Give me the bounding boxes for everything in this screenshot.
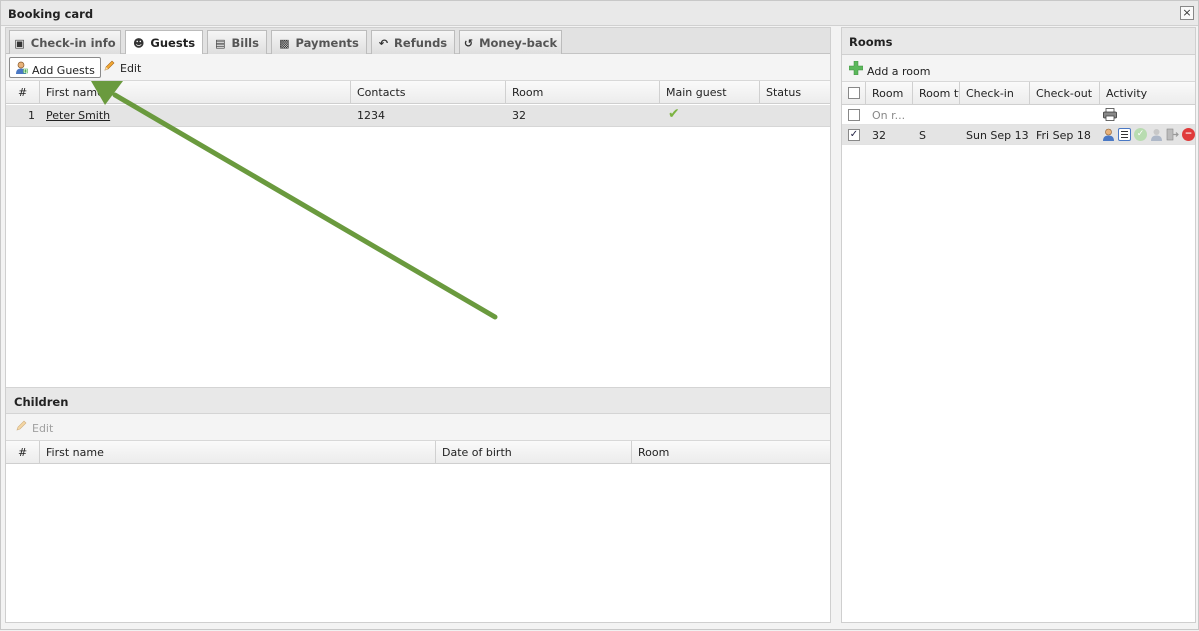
- document-icon: ▤: [215, 37, 226, 50]
- col-date-of-birth[interactable]: Date of birth: [436, 441, 632, 464]
- add-user-icon: [14, 61, 28, 77]
- guest-contacts: 1234: [357, 109, 385, 122]
- rooms-panel: Rooms Add a room Room Room ty Check-in C…: [841, 27, 1196, 623]
- users-icon: ☻: [132, 37, 145, 50]
- main-guest-checkmark-icon: ✔: [668, 106, 680, 122]
- children-toolbar: Edit: [6, 414, 830, 441]
- room-row-checkbox[interactable]: ✓: [848, 129, 860, 141]
- col-contacts[interactable]: Contacts: [351, 81, 506, 104]
- room-type: S: [919, 129, 926, 142]
- add-guests-button[interactable]: Add Guests: [9, 57, 101, 78]
- check-circle-icon[interactable]: ✓: [1134, 128, 1147, 141]
- edit-guest-button[interactable]: Edit: [98, 57, 146, 78]
- cancel-icon[interactable]: −: [1182, 128, 1195, 141]
- tab-refunds[interactable]: ↶ Refunds: [371, 30, 455, 54]
- col-check-in[interactable]: Check-in: [960, 82, 1030, 105]
- col-main-guest[interactable]: Main guest: [660, 81, 760, 104]
- add-room-button[interactable]: Add a room: [845, 58, 936, 79]
- reply-icon: ↶: [378, 37, 389, 50]
- row-number: 1: [28, 109, 35, 122]
- edit-child-button[interactable]: Edit: [10, 417, 58, 438]
- money-icon: ▩: [279, 37, 290, 50]
- room-check-in: Sun Sep 13: [966, 129, 1029, 142]
- room-check-out: [1030, 105, 1100, 127]
- window-title: Booking card: [8, 7, 94, 21]
- children-table-header: # First name Date of birth Room: [6, 441, 830, 464]
- title-bar: Booking card ×: [1, 1, 1198, 26]
- left-panel: ▣ Check-in info ☻ Guests ▤ Bills ▩ Payments …: [5, 27, 831, 623]
- guests-toolbar: Add Guests Edit: [6, 54, 830, 81]
- col-room[interactable]: Room: [866, 82, 913, 105]
- briefcase-icon: ▣: [14, 37, 25, 50]
- plus-icon: [848, 60, 864, 78]
- room-type: [913, 105, 960, 127]
- room-number: 32: [872, 129, 886, 142]
- guest-room: 32: [512, 109, 526, 122]
- user-disabled-icon[interactable]: [1150, 128, 1163, 141]
- table-row[interactable]: 1 Peter Smith 1234 32 ✔: [6, 105, 830, 127]
- room-row-checkbox[interactable]: [848, 109, 860, 121]
- pencil-icon: [102, 60, 116, 75]
- list-icon[interactable]: [1118, 128, 1131, 141]
- col-check-out[interactable]: Check-out: [1030, 82, 1100, 105]
- col-activity[interactable]: Activity: [1100, 82, 1195, 105]
- rooms-panel-title: Rooms: [842, 28, 1195, 55]
- checkout-door-icon[interactable]: [1166, 128, 1179, 141]
- guest-status: [760, 105, 830, 127]
- col-first-name[interactable]: First name: [40, 441, 436, 464]
- close-icon[interactable]: ×: [1180, 6, 1194, 20]
- undo-icon: ↺: [463, 37, 474, 50]
- tab-strip: ▣ Check-in info ☻ Guests ▤ Bills ▩ Payments …: [6, 28, 830, 55]
- col-room[interactable]: Room: [632, 441, 830, 464]
- guest-icon[interactable]: [1102, 128, 1115, 141]
- children-section-title: Children: [6, 387, 830, 414]
- tab-bills[interactable]: ▤ Bills: [207, 30, 267, 54]
- room-check-out: Fri Sep 18: [1036, 129, 1091, 142]
- room-row[interactable]: ✓ 32 S Sun Sep 13 Fri Sep 18 ✓ −: [842, 125, 1195, 145]
- guests-table-header: # First name Contacts Room Main guest St…: [6, 81, 830, 104]
- tab-guests[interactable]: ☻ Guests: [125, 30, 203, 55]
- room-number: On r...: [872, 109, 906, 122]
- col-number[interactable]: #: [6, 441, 40, 464]
- tab-money-back[interactable]: ↺ Money-back: [459, 30, 562, 54]
- printer-icon[interactable]: [1103, 108, 1117, 121]
- col-first-name[interactable]: First name: [40, 81, 351, 104]
- col-room[interactable]: Room: [506, 81, 660, 104]
- room-check-in: [960, 105, 1030, 127]
- pencil-icon: [14, 420, 28, 435]
- rooms-table-header: Room Room ty Check-in Check-out Activity: [842, 82, 1195, 105]
- col-select-all: [842, 82, 866, 105]
- rooms-toolbar: Add a room: [842, 55, 1195, 82]
- booking-card-window: Booking card × ▣ Check-in info ☻ Guests ▤ B…: [0, 0, 1199, 630]
- col-status[interactable]: Status: [760, 81, 830, 104]
- tab-payments[interactable]: ▩ Payments: [271, 30, 367, 54]
- room-row[interactable]: On r...: [842, 105, 1195, 125]
- select-all-checkbox[interactable]: [848, 87, 860, 99]
- col-number[interactable]: #: [6, 81, 40, 104]
- tab-check-in-info[interactable]: ▣ Check-in info: [9, 30, 121, 54]
- guest-name-link[interactable]: Peter Smith: [40, 105, 351, 127]
- col-room-type[interactable]: Room ty: [913, 82, 960, 105]
